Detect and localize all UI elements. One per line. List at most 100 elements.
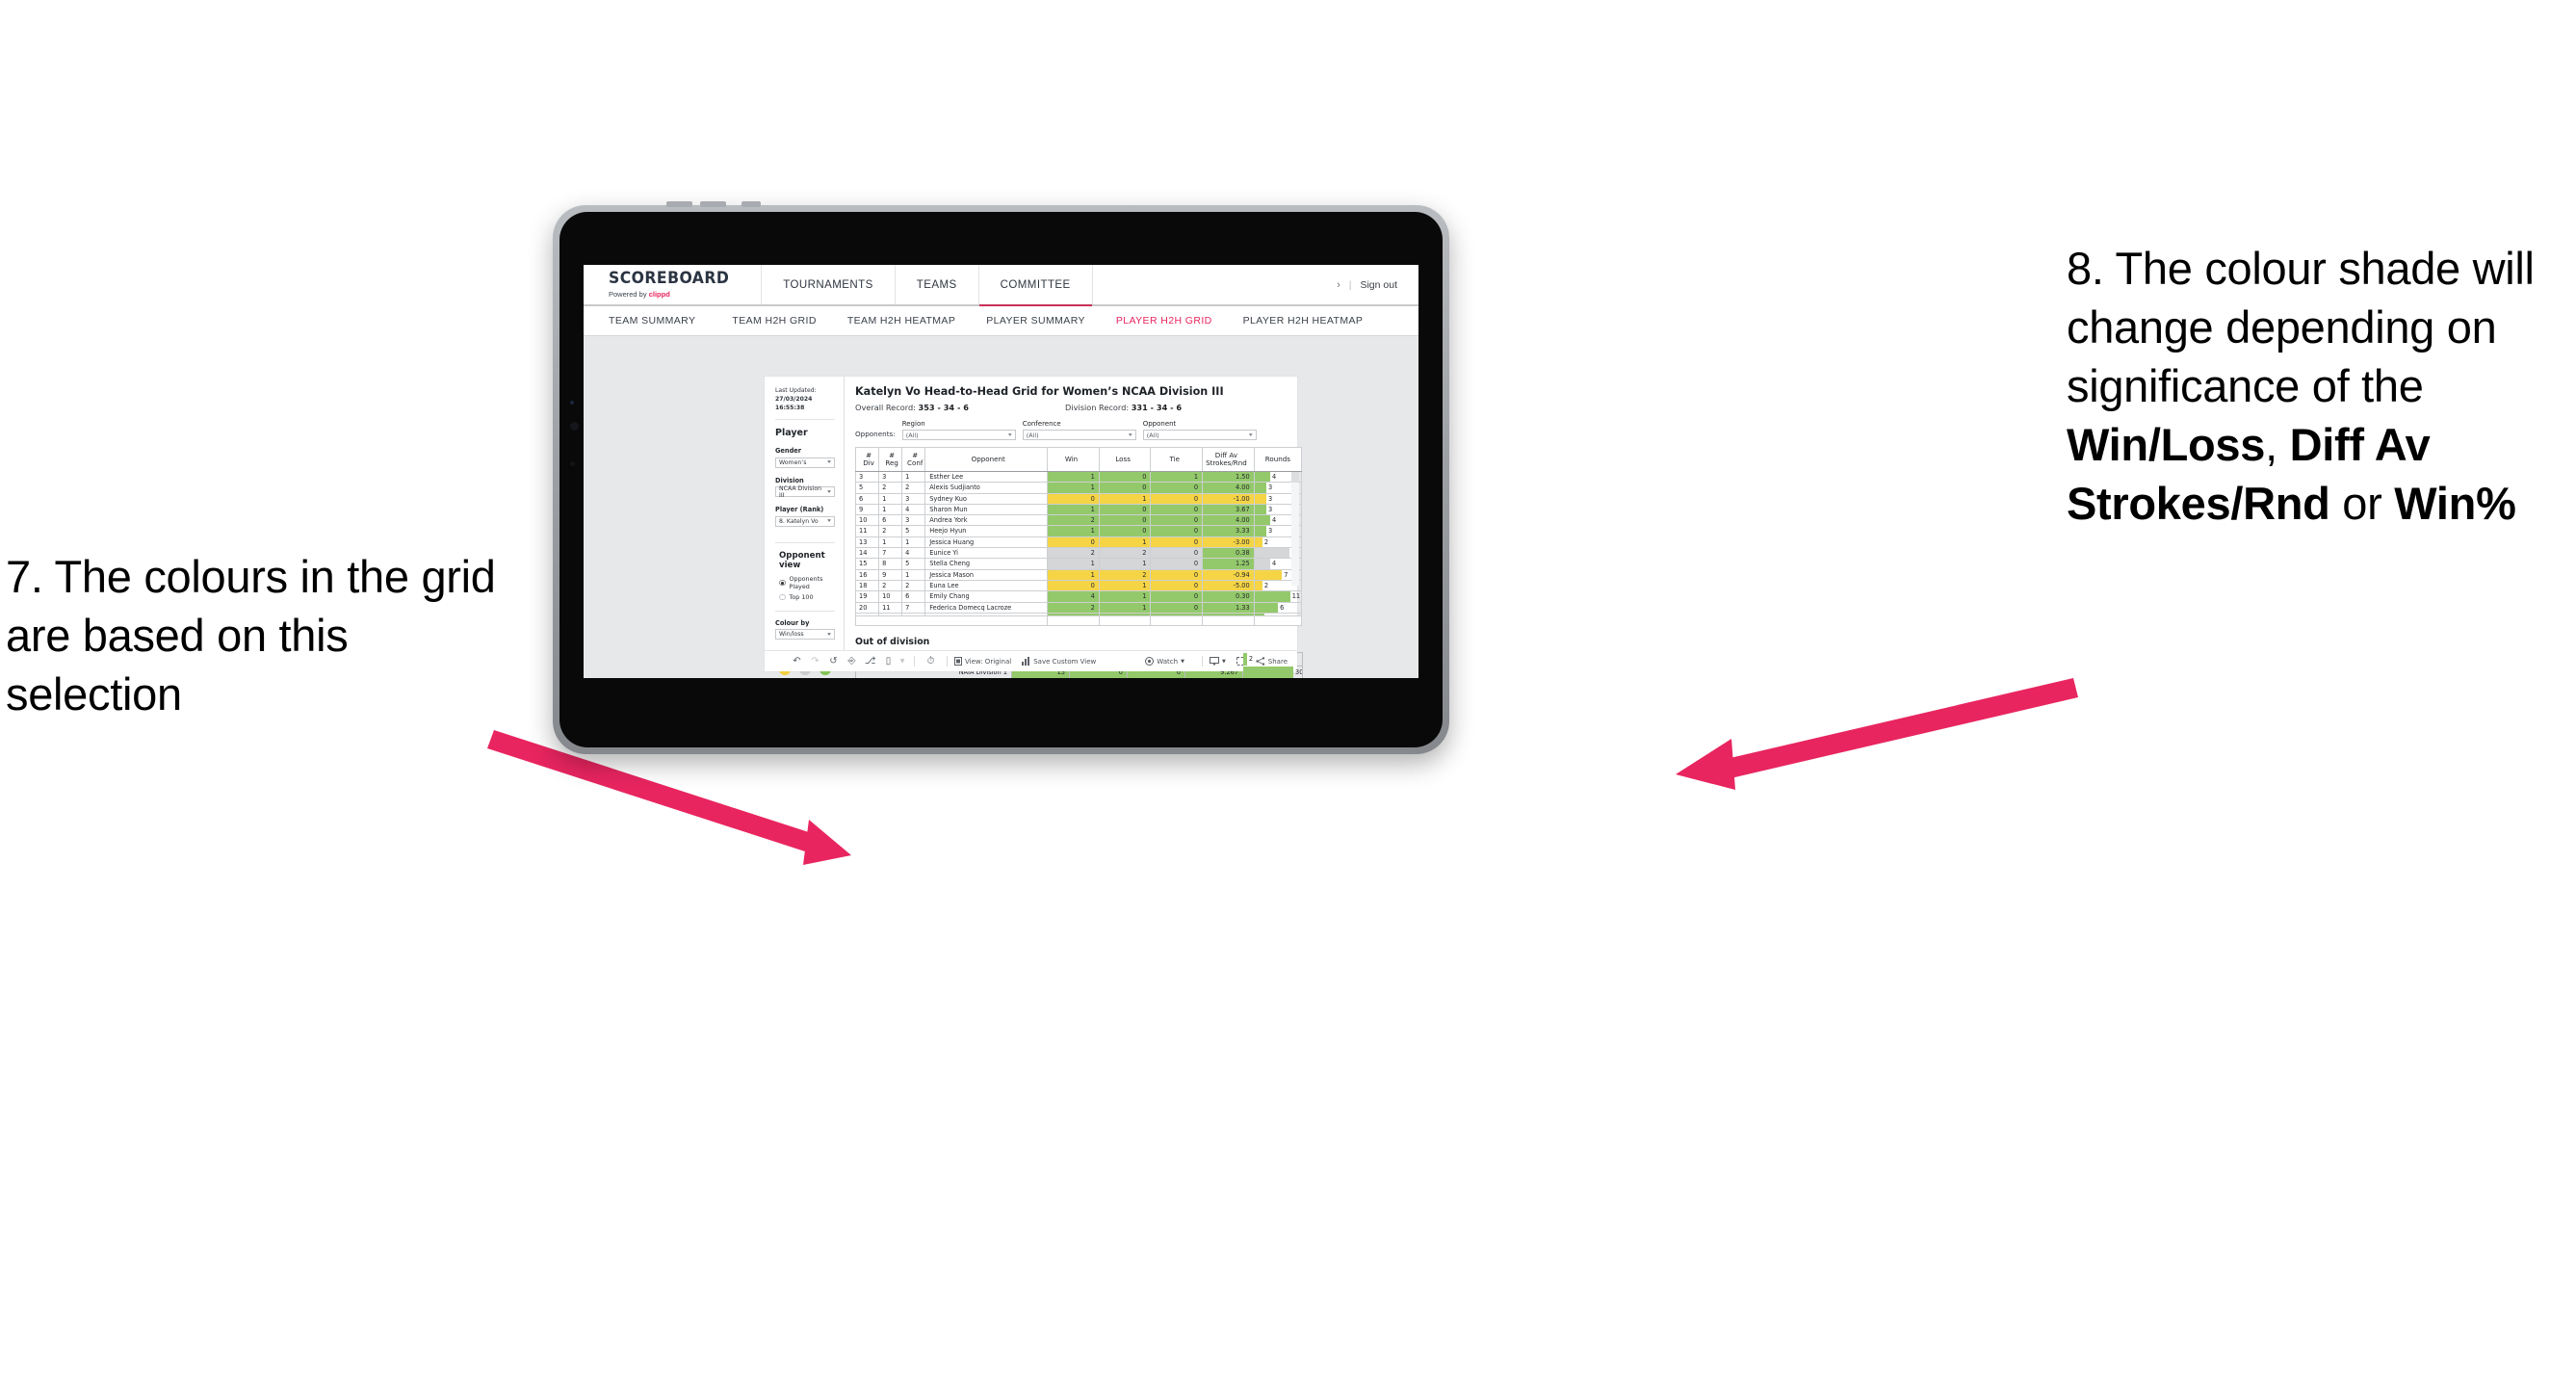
table-cell: 2 <box>1047 601 1100 614</box>
table-row[interactable]: 1474Eunice Yi2200.389 <box>854 547 1303 560</box>
table-cell: 1 <box>1047 558 1100 570</box>
table-row[interactable]: 11 2 5 Heejo Hyun 1 0 0 3.33 3 <box>854 525 1303 537</box>
table-cell: 3.33 <box>1202 525 1255 537</box>
table-cell: Andrea York <box>924 514 1049 527</box>
table-row[interactable]: 19 10 6 Emily Chang 4 1 0 0.30 11 <box>854 590 1303 603</box>
table-cell: 2 <box>1047 547 1100 560</box>
subnav-item-player-h2h-grid[interactable]: PLAYER H2H GRID <box>1101 315 1228 327</box>
table-cell: 10 <box>854 514 880 527</box>
ipad-bezel: SCOREBOARD Powered by clippd TOURNAMENTS… <box>553 201 1449 754</box>
table-cell: 0 <box>1098 503 1152 516</box>
col-tie: Tie <box>1150 447 1204 472</box>
save-custom-view-button[interactable]: Save Custom View <box>1022 657 1096 666</box>
grid-scrollbar-thumb[interactable] <box>1291 472 1299 483</box>
table-row[interactable]: 16 9 1 Jessica Mason 1 2 0 -0.94 7 <box>854 568 1303 581</box>
table-cell: Jessica Huang <box>924 536 1049 549</box>
table-cell: 0.38 <box>1202 547 1255 560</box>
table-row[interactable]: 3 3 1 Esther Lee 1 0 1 1.50 4 <box>854 470 1303 484</box>
table-row[interactable]: 20 11 7 Federica Domecq Lacroze 2 1 0 1.33 6 <box>854 601 1303 614</box>
filter-colour-by-select[interactable]: Win/loss ▼ <box>775 629 835 641</box>
table-cell: Stella Cheng <box>924 558 1049 570</box>
table-row[interactable]: 13 1 1 Jessica Huang 0 1 0 -3.00 2 <box>854 536 1303 549</box>
nav-item-teams[interactable]: TEAMS <box>896 265 979 304</box>
table-cell: 0 <box>1150 547 1204 560</box>
undo-icon[interactable]: ↶ <box>788 656 806 667</box>
annotation-8-mid2: or <box>2329 478 2395 530</box>
filter-region-value: (All) <box>905 431 919 439</box>
ipad-sensor2-icon <box>570 461 575 466</box>
nav-item-tournaments[interactable]: TOURNAMENTS <box>762 265 896 304</box>
toolbar-divider-3 <box>1201 656 1203 667</box>
refresh-icon[interactable]: ⎆ <box>843 656 861 667</box>
overall-record-value: 353 - 34 - 6 <box>918 403 969 412</box>
ipad-button-c <box>742 201 761 207</box>
app-header: SCOREBOARD Powered by clippd TOURNAMENTS… <box>584 265 1418 306</box>
filter-player-rank-select[interactable]: 8. Katelyn Vo ▼ <box>775 515 835 527</box>
out-of-division-title: Out of division <box>855 637 930 648</box>
alerts-icon[interactable]: ▯ <box>879 656 898 667</box>
grid-scrollbar[interactable] <box>1291 472 1299 587</box>
chevron-down-icon: ▼ <box>827 632 831 638</box>
subnav-item-player-h2h-heatmap[interactable]: PLAYER H2H HEATMAP <box>1228 315 1379 327</box>
redo-icon[interactable]: ↷ <box>806 656 824 667</box>
table-row[interactable]: 5 2 2 Alexis Sudjianto 1 0 0 4.00 3 <box>854 482 1303 494</box>
radio-top-100[interactable]: Top 100 <box>779 593 835 601</box>
filter-division-select[interactable]: NCAA Division III ▼ <box>775 485 835 499</box>
filter-colour-by: Colour by Win/loss ▼ <box>775 619 835 641</box>
filter-gender-select[interactable]: Women’s ▼ <box>775 457 835 468</box>
table-cell: Esther Lee <box>924 470 1049 484</box>
table-cell: 19 <box>854 590 880 603</box>
table-row[interactable]: 18 2 2 Euna Lee 0 1 0 -5.00 2 <box>854 579 1303 592</box>
radio-opponents-played[interactable]: Opponents Played <box>779 575 835 590</box>
table-row[interactable]: 10 6 3 Andrea York 2 0 0 4.00 4 <box>854 514 1303 527</box>
filter-player-rank: Player (Rank) 8. Katelyn Vo ▼ <box>775 506 835 527</box>
table-cell <box>1202 615 1255 627</box>
chevron-right-icon[interactable]: › <box>1337 279 1340 291</box>
rounds-value: 9 <box>1255 549 1295 557</box>
filter-player-rank-label: Player (Rank) <box>775 506 824 514</box>
table-cell: 5 <box>901 525 926 537</box>
table-cell: -3.00 <box>1202 536 1255 549</box>
subnav-item-team-h2h-grid[interactable]: TEAM H2H GRID <box>716 315 831 327</box>
watch-button[interactable]: Watch ▼ <box>1145 657 1184 666</box>
table-row[interactable]: 15 8 5 Stella Cheng 1 1 0 1.25 4 <box>854 558 1303 570</box>
subnav-item-team-summary[interactable]: TEAM SUMMARY <box>609 315 716 327</box>
table-cell <box>1098 615 1152 627</box>
subnav-item-team-h2h-heatmap[interactable]: TEAM H2H HEATMAP <box>832 315 971 327</box>
h2h-grid-head: #Div #Reg #Conf Opponent Win Loss Tie <box>854 447 1303 472</box>
subnav-item-player-summary[interactable]: PLAYER SUMMARY <box>971 315 1101 327</box>
nav-item-committee[interactable]: COMMITTEE <box>978 265 1093 306</box>
annotation-8-line1: 8. The colour shade will change dependin… <box>2067 243 2535 412</box>
pause-auto-update-icon[interactable]: ⏱ <box>922 656 940 667</box>
table-cell: 2 <box>878 482 903 494</box>
pause-updates-icon[interactable]: ⎇ <box>861 656 879 667</box>
filter-division-label: Division <box>775 476 804 484</box>
chevron-down-icon[interactable]: ▼ <box>898 658 907 665</box>
chevron-down-icon: ▼ <box>1181 658 1184 665</box>
brand-logo[interactable]: SCOREBOARD Powered by clippd <box>584 265 763 304</box>
revert-icon[interactable]: ↺ <box>824 656 843 667</box>
chevron-down-icon: ▼ <box>1007 432 1012 437</box>
rounds-value: 30 <box>1295 667 1302 676</box>
annotation-8-arrow <box>1676 678 2078 790</box>
table-cell: 4.00 <box>1202 514 1255 527</box>
table-cell <box>854 615 1049 627</box>
table-cell: Federica Domecq Lacroze <box>924 601 1049 614</box>
filter-opponent-select[interactable]: (All) ▼ <box>1142 430 1257 440</box>
slide-canvas: 7. The colours in the grid are based on … <box>0 0 2576 1386</box>
annotation-8-bold-winloss: Win/Loss <box>2067 419 2266 471</box>
download-button[interactable]: ▼ <box>1209 657 1226 666</box>
sign-out-link[interactable]: Sign out <box>1360 279 1397 291</box>
view-original-button[interactable]: View: Original <box>954 657 1011 666</box>
table-cell: 1 <box>1047 470 1100 484</box>
filter-region-select[interactable]: (All) ▼ <box>901 430 1016 440</box>
dashboard-card: Last Updated: 27/03/2024 16:55:38 Player… <box>765 377 1303 678</box>
table-cell: 2 <box>1047 514 1100 527</box>
table-cell: 1 <box>878 536 903 549</box>
rounds-bar-cell: 2 <box>1242 652 1303 667</box>
table-row[interactable]: 9 1 4 Sharon Mun 1 0 0 3.67 3 <box>854 503 1303 516</box>
table-row[interactable]: 6 1 3 Sydney Kuo 0 1 0 -1.00 3 <box>854 492 1303 505</box>
table-cell <box>1253 612 1303 616</box>
last-updated: Last Updated: 27/03/2024 16:55:38 <box>775 387 835 412</box>
filter-conference-select[interactable]: (All) ▼ <box>1022 430 1136 440</box>
